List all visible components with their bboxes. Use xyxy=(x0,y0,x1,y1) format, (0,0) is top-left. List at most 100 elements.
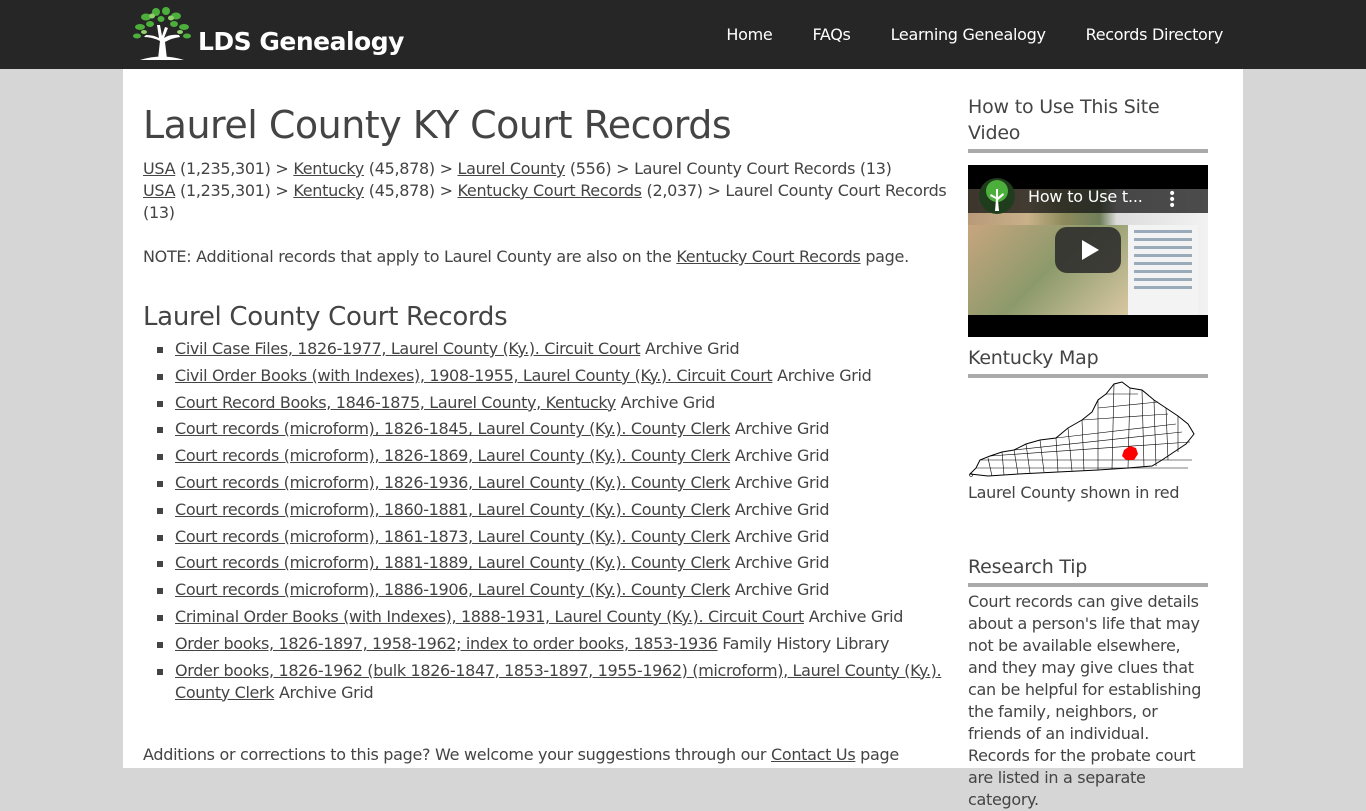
record-link[interactable]: Court records (microform), 1826-1936, La… xyxy=(175,473,730,492)
bullet-icon xyxy=(157,400,163,407)
record-item: Criminal Order Books (with Indexes), 188… xyxy=(143,606,963,628)
record-link[interactable]: Court records (microform), 1826-1869, La… xyxy=(175,446,730,465)
map-caption: Laurel County shown in red xyxy=(968,483,1180,502)
record-item: Court records (microform), 1826-1869, La… xyxy=(143,445,963,467)
footer-note: Additions or corrections to this page? W… xyxy=(143,744,899,766)
site-logo[interactable]: LDS Genealogy xyxy=(132,6,404,62)
breadcrumbs: USA (1,235,301) > Kentucky (45,878) > La… xyxy=(143,158,963,224)
footer-suffix: page xyxy=(855,745,899,764)
breadcrumb-count: (1,235,301) > xyxy=(175,181,294,200)
top-navbar: LDS Genealogy Home FAQs Learning Genealo… xyxy=(0,0,1366,69)
nav-faqs[interactable]: FAQs xyxy=(812,25,850,44)
bullet-icon xyxy=(157,588,163,595)
note-text: NOTE: Additional records that apply to L… xyxy=(143,246,963,268)
record-item: Order books, 1826-1962 (bulk 1826-1847, … xyxy=(143,660,963,704)
breadcrumb: USA (1,235,301) > Kentucky (45,878) > La… xyxy=(143,158,963,180)
bullet-icon xyxy=(157,614,163,621)
research-tip-title: Research Tip xyxy=(968,554,1208,587)
bullet-icon xyxy=(157,534,163,541)
nav-learning-genealogy[interactable]: Learning Genealogy xyxy=(891,25,1046,44)
page-title: Laurel County KY Court Records xyxy=(143,103,732,147)
breadcrumb-link-laurel-county[interactable]: Laurel County xyxy=(458,159,566,178)
record-item: Court records (microform), 1860-1881, La… xyxy=(143,499,963,521)
record-source: Archive Grid xyxy=(734,499,830,519)
record-link[interactable]: Court records (microform), 1881-1889, La… xyxy=(175,553,730,572)
record-link[interactable]: Court records (microform), 1886-1906, La… xyxy=(175,580,730,599)
note-link-kentucky-court-records[interactable]: Kentucky Court Records xyxy=(676,247,861,266)
breadcrumb-count: (556) > xyxy=(565,159,635,178)
site-logo-text: LDS Genealogy xyxy=(198,26,404,56)
record-link[interactable]: Court records (microform), 1826-1845, La… xyxy=(175,419,730,438)
breadcrumb: USA (1,235,301) > Kentucky (45,878) > Ke… xyxy=(143,180,963,224)
record-item: Civil Order Books (with Indexes), 1908-1… xyxy=(143,365,963,387)
record-item: Court records (microform), 1861-1873, La… xyxy=(143,526,963,548)
main-content: Laurel County KY Court Records USA (1,23… xyxy=(143,69,963,708)
records-list: Civil Case Files, 1826-1977, Laurel Coun… xyxy=(143,338,963,704)
footer-prefix: Additions or corrections to this page? W… xyxy=(143,745,771,764)
breadcrumb-link-kentucky-court-records[interactable]: Kentucky Court Records xyxy=(458,181,643,200)
bullet-icon xyxy=(157,480,163,487)
record-source: Archive Grid xyxy=(734,526,830,546)
record-item: Civil Case Files, 1826-1977, Laurel Coun… xyxy=(143,338,963,360)
breadcrumb-count: (45,878) > xyxy=(363,159,458,178)
record-source: Archive Grid xyxy=(808,606,904,626)
record-link[interactable]: Court records (microform), 1861-1873, La… xyxy=(175,527,730,546)
record-link[interactable]: Court records (microform), 1860-1881, La… xyxy=(175,500,730,519)
tree-logo-icon xyxy=(133,7,191,60)
record-source: Family History Library xyxy=(722,633,890,653)
bullet-icon xyxy=(157,641,163,648)
record-source: Archive Grid xyxy=(777,365,872,385)
nav-home[interactable]: Home xyxy=(726,25,772,44)
kentucky-outline xyxy=(968,381,1195,477)
video-player[interactable]: How to Use t... • • • xyxy=(968,165,1208,337)
record-item: Court records (microform), 1826-1936, La… xyxy=(143,472,963,494)
contact-us-link[interactable]: Contact Us xyxy=(771,745,856,764)
record-link[interactable]: Order books, 1826-1897, 1958-1962; index… xyxy=(175,634,718,653)
page-container: Laurel County KY Court Records USA (1,23… xyxy=(123,69,1243,809)
more-options-icon[interactable]: • • • xyxy=(1168,187,1176,213)
bullet-icon xyxy=(157,454,163,461)
breadcrumb-link-kentucky[interactable]: Kentucky xyxy=(293,181,364,200)
nav-records-directory[interactable]: Records Directory xyxy=(1086,25,1224,44)
breadcrumb-current: Laurel County Court Records (13) xyxy=(634,159,892,178)
record-source: Archive Grid xyxy=(734,472,830,492)
record-source: Archive Grid xyxy=(278,682,374,702)
record-source: Archive Grid xyxy=(620,392,716,412)
breadcrumb-link-usa[interactable]: USA xyxy=(143,181,176,200)
note-suffix: page. xyxy=(860,247,909,266)
breadcrumb-count: (2,037) > xyxy=(641,181,726,200)
video-widget-title: How to Use This Site Video xyxy=(968,94,1208,153)
record-item: Court records (microform), 1886-1906, La… xyxy=(143,579,963,601)
note-prefix: NOTE: Additional records that apply to L… xyxy=(143,247,677,266)
breadcrumb-count: (1,235,301) > xyxy=(175,159,294,178)
record-link[interactable]: Civil Order Books (with Indexes), 1908-1… xyxy=(175,366,773,385)
bullet-icon xyxy=(157,347,163,353)
sidebar: How to Use This Site Video How to Use t.… xyxy=(968,69,1208,811)
breadcrumb-link-kentucky[interactable]: Kentucky xyxy=(293,159,364,178)
record-source: Archive Grid xyxy=(734,580,830,600)
play-icon xyxy=(1081,240,1099,260)
video-title: How to Use t... xyxy=(1028,187,1143,206)
record-source: Archive Grid xyxy=(734,446,830,466)
video-thumbnail-page xyxy=(1128,225,1198,315)
bullet-icon xyxy=(157,507,163,514)
bullet-icon xyxy=(157,427,163,434)
breadcrumb-link-usa[interactable]: USA xyxy=(143,159,176,178)
bullet-icon xyxy=(157,561,163,568)
record-item: Court records (microform), 1826-1845, La… xyxy=(143,418,963,440)
record-item: Court records (microform), 1881-1889, La… xyxy=(143,552,963,574)
main-nav: Home FAQs Learning Genealogy Records Dir… xyxy=(686,0,1223,69)
bullet-icon xyxy=(157,668,163,675)
research-tip-text: Court records can give details about a p… xyxy=(968,592,1202,809)
play-button[interactable] xyxy=(1055,227,1121,273)
record-source: Archive Grid xyxy=(645,339,740,358)
record-link[interactable]: Civil Case Files, 1826-1977, Laurel Coun… xyxy=(175,339,641,358)
kentucky-map[interactable] xyxy=(968,380,1208,478)
record-link[interactable]: Criminal Order Books (with Indexes), 188… xyxy=(175,607,804,626)
record-item: Order books, 1826-1897, 1958-1962; index… xyxy=(143,633,963,655)
record-source: Archive Grid xyxy=(734,419,830,439)
record-item: Court Record Books, 1846-1875, Laurel Co… xyxy=(143,392,963,414)
record-source: Archive Grid xyxy=(734,553,830,573)
breadcrumb-count: (45,878) > xyxy=(363,181,458,200)
record-link[interactable]: Court Record Books, 1846-1875, Laurel Co… xyxy=(175,393,616,412)
